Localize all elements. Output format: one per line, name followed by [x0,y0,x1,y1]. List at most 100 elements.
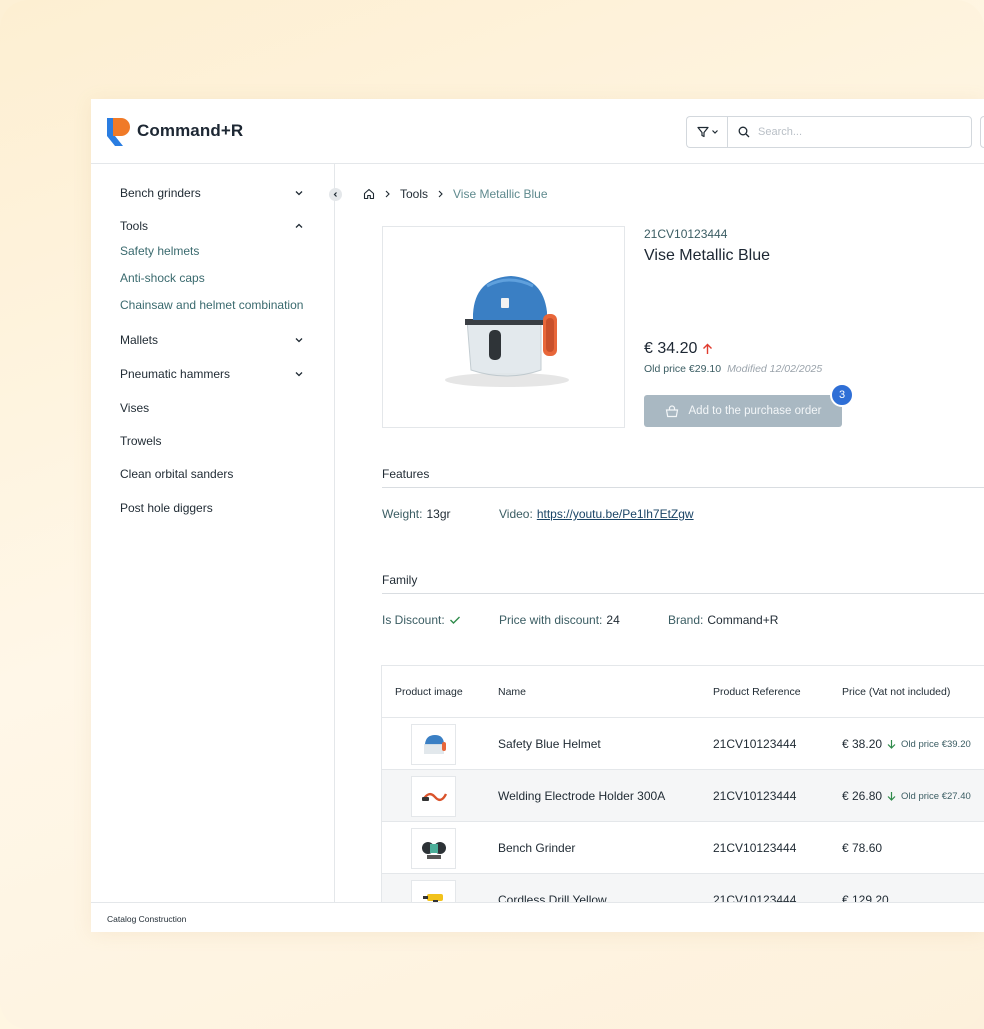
sidebar-subitem-safety-helmets[interactable]: Safety helmets [120,244,199,258]
row-name: Bench Grinder [498,841,576,855]
row-reference: 21CV10123444 [713,789,797,803]
brand-label: Brand: [668,613,704,627]
chevron-down-icon [295,338,303,343]
column-header-image[interactable]: Product image [395,686,463,698]
row-price: € 38.20 Old price €39.20 [842,737,971,751]
video-field: Video: https://youtu.be/Pe1lh7EtZgw [499,507,694,521]
sidebar-subitem-anti-shock-caps[interactable]: Anti-shock caps [120,271,205,285]
weight-label: Weight: [382,507,423,521]
check-icon [449,616,460,624]
row-price-value: € 38.20 [842,737,883,751]
row-old-price: Old price €39.20 [901,738,971,750]
price-discount-value: 24 [606,613,620,627]
sidebar-collapse-button[interactable] [329,188,342,201]
weight-field: Weight: 13gr [382,507,451,521]
table-row[interactable]: Cordless Drill Yellow 21CV10123444 € 129… [382,874,984,904]
chevron-down-icon [295,191,303,196]
helmet-thumbnail-icon [423,734,446,754]
filter-icon [696,126,709,138]
row-reference: 21CV10123444 [713,841,797,855]
row-name: Safety Blue Helmet [498,737,601,751]
chevron-up-icon [295,223,303,228]
cart-count-badge: 3 [830,383,854,407]
sidebar-item-vises[interactable]: Vises [120,401,304,415]
sidebar-item-mallets[interactable]: Mallets [120,333,304,347]
brand-value: Command+R [707,613,779,627]
chevron-right-icon [438,190,443,198]
row-reference: 21CV10123444 [713,737,797,751]
video-label: Video: [499,507,533,521]
family-title: Family [382,573,418,587]
filter-button[interactable] [686,116,728,148]
chevron-down-icon [295,372,303,377]
brand-logo-icon [107,118,130,146]
basket-icon [665,404,678,417]
sidebar-item-label: Trowels [120,434,162,448]
app-window: Command+R Bench grinders Tools Safety he… [91,99,984,932]
arrow-down-icon [887,740,896,749]
chevron-right-icon [385,190,390,198]
sidebar-item-label: Pneumatic hammers [120,367,231,381]
header-extra-button[interactable] [980,116,984,148]
weight-value: 13gr [426,507,451,521]
product-table: Product image Name Product Reference Pri… [381,665,984,905]
search-icon [738,126,750,138]
row-price: € 78.60 [842,841,882,855]
breadcrumb: Tools Vise Metallic Blue [363,187,548,201]
top-header: Command+R [91,99,984,164]
row-old-price: Old price €27.40 [901,790,971,802]
column-header-reference[interactable]: Product Reference [713,686,801,698]
column-header-price[interactable]: Price (Vat not included) [842,686,950,698]
sidebar-item-label: Clean orbital sanders [120,467,234,481]
product-modified-date: Modified 12/02/2025 [727,363,823,375]
family-divider [382,593,984,594]
product-reference: 21CV10123444 [644,227,728,241]
breadcrumb-current: Vise Metallic Blue [453,187,548,201]
sidebar-item-bench-grinders[interactable]: Bench grinders [120,186,304,200]
sidebar-item-post-hole-diggers[interactable]: Post hole diggers [120,501,304,515]
sidebar-subitem-chainsaw-helmet[interactable]: Chainsaw and helmet combination [120,298,303,312]
sidebar-item-tools[interactable]: Tools [120,219,304,233]
product-price-row: € 34.20 [644,340,713,358]
bench-grinder-thumbnail [411,828,456,869]
column-header-name[interactable]: Name [498,686,526,698]
table-row[interactable]: Safety Blue Helmet 21CV10123444 € 38.20 … [382,718,984,770]
brand-field: Brand: Command+R [668,613,778,627]
product-title: Vise Metallic Blue [644,247,770,264]
sidebar-item-pneumatic-hammers[interactable]: Pneumatic hammers [120,367,304,381]
sidebar-item-label: Bench grinders [120,186,201,200]
row-price-value: € 26.80 [842,789,883,803]
table-header: Product image Name Product Reference Pri… [382,666,984,718]
product-old-price: Old price €29.10 [644,363,722,375]
sidebar-item-label: Vises [120,401,150,415]
table-row[interactable]: Welding Electrode Holder 300A 21CV101234… [382,770,984,822]
product-image [382,226,625,428]
row-price-value: € 78.60 [842,841,883,855]
price-discount-label: Price with discount: [499,613,603,627]
add-button-label: Add to the purchase order [688,405,822,417]
sidebar-item-trowels[interactable]: Trowels [120,434,304,448]
features-divider [382,487,984,488]
product-price: € 34.20 [644,340,698,357]
brand-name: Command+R [137,121,244,140]
discount-field: Is Discount: [382,613,461,627]
video-link[interactable]: https://youtu.be/Pe1lh7EtZgw [537,507,694,521]
add-to-purchase-order-button[interactable]: Add to the purchase order [644,395,842,427]
electrode-holder-thumbnail [411,776,456,817]
search-input[interactable] [758,126,958,138]
helmet-thumbnail [411,724,456,765]
sidebar-item-label: Mallets [120,333,159,347]
price-discount-field: Price with discount: 24 [499,613,620,627]
discount-label: Is Discount: [382,613,445,627]
safety-helmet-image [444,276,569,387]
home-icon[interactable] [363,188,375,200]
sidebar-item-clean-orbital-sanders[interactable]: Clean orbital sanders [120,467,304,481]
status-footer: Catalog Construction [91,902,984,932]
product-old-price-row: Old price €29.10 Modified 12/02/2025 [644,363,822,375]
chevron-down-icon [711,130,718,134]
sidebar-item-label: Post hole diggers [120,501,213,515]
breadcrumb-parent[interactable]: Tools [400,187,428,201]
arrow-up-icon [703,343,713,354]
table-row[interactable]: Bench Grinder 21CV10123444 € 78.60 [382,822,984,874]
bench-grinder-thumbnail-icon [421,841,446,859]
